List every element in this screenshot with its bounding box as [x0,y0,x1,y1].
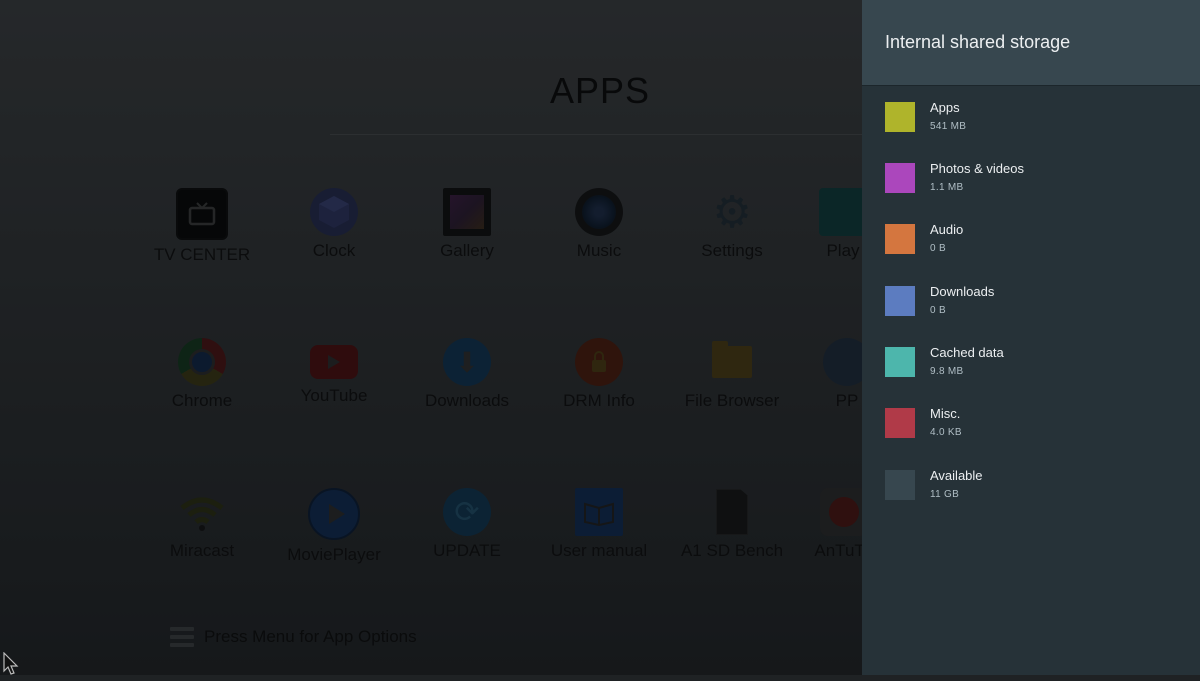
movie-player-icon [308,488,360,540]
app-tile[interactable]: Play [768,188,862,261]
color-swatch [885,102,915,132]
app-tile[interactable]: Gallery [392,188,542,261]
tv-icon [176,188,228,240]
book-icon [575,488,623,536]
download-icon: ⬇ [443,338,491,386]
storage-item-name: Photos & videos [930,161,1024,176]
storage-item-name: Downloads [930,284,995,299]
app-tile[interactable]: Chrome [127,338,277,411]
app-label: User manual [550,541,648,560]
color-swatch [885,347,915,377]
app-label: Clock [312,241,356,260]
storage-item-cached-data[interactable]: Cached data 9.8 MB [885,345,1004,394]
storage-item-size: 9.8 MB [930,366,964,377]
app-tile[interactable]: AnTuTu [769,488,862,561]
app-tile[interactable]: ⟳ UPDATE [392,488,542,561]
app-tile[interactable]: Music [524,188,674,261]
app-label: Music [576,241,622,260]
color-swatch [885,224,915,254]
apps-launcher: APPS TV CENTER Clock Gallery Music ⚙ Set… [0,0,862,675]
color-swatch [885,470,915,500]
folder-icon [708,338,756,386]
color-swatch [885,163,915,193]
app-label: Chrome [171,391,233,410]
antutu-icon [820,488,862,536]
app-label: YouTube [300,386,368,405]
app-label: Miracast [169,541,235,560]
app-tile[interactable]: YouTube [259,338,409,406]
app-label: Play [826,241,860,260]
music-icon [575,188,623,236]
app-tile[interactable]: ⬇ Downloads [392,338,542,411]
storage-item-name: Cached data [930,345,1004,360]
storage-item-apps[interactable]: Apps 541 MB [885,100,967,149]
app-label: PP [835,391,859,410]
storage-title: Internal shared storage [885,32,1071,52]
lock-icon [575,338,623,386]
gallery-icon [443,188,491,236]
app-tile[interactable]: Miracast [127,488,277,561]
app-label: Gallery [440,241,494,260]
storage-item-size: 1.1 MB [930,182,964,193]
page-title: APPS [549,70,651,111]
storage-item-size: 0 B [930,305,946,316]
app-label: DRM Info [563,391,635,410]
app-tile[interactable]: TV CENTER [127,188,277,265]
play-store-icon [819,188,862,236]
app-label: TV CENTER [153,245,251,264]
storage-item-name: Available [930,468,983,483]
menu-icon [170,627,194,647]
storage-item-size: 0 B [930,243,946,254]
app-tile[interactable]: Clock [259,188,409,261]
app-tile[interactable]: User manual [524,488,674,561]
youtube-icon [310,345,358,379]
app-tile[interactable]: DRM Info [524,338,674,411]
gear-icon: ⚙ [712,186,752,238]
chrome-icon [178,338,226,386]
storage-item-misc[interactable]: Misc. 4.0 KB [885,406,962,455]
storage-item-available[interactable]: Available 11 GB [885,468,983,517]
update-icon: ⟳ [443,488,491,536]
storage-item-downloads[interactable]: Downloads 0 B [885,284,995,333]
storage-item-name: Audio [930,222,964,237]
wifi-icon [178,488,226,536]
storage-item-photos-videos[interactable]: Photos & videos 1.1 MB [885,161,1024,210]
color-swatch [885,408,915,438]
storage-item-audio[interactable]: Audio 0 B [885,222,964,271]
pp-icon [823,338,862,386]
storage-item-size: 541 MB [930,121,967,132]
app-label: Downloads [424,391,510,410]
app-label: AnTuTu [814,541,862,560]
sd-card-icon [708,488,756,536]
storage-item-name: Apps [930,100,960,115]
storage-item-size: 4.0 KB [930,427,962,438]
app-tile[interactable]: PP [772,338,862,411]
menu-hint: Press Menu for App Options [170,627,417,647]
menu-hint-text: Press Menu for App Options [204,627,417,646]
clock-icon [310,188,358,236]
title-divider [330,134,862,135]
app-tile[interactable]: MoviePlayer [259,488,409,565]
app-label: MoviePlayer [287,545,381,564]
app-label: UPDATE [433,541,501,560]
storage-panel: Internal shared storage Apps 541 MB Photo… [862,0,1200,675]
color-swatch [885,286,915,316]
storage-panel-header: Internal shared storage [862,0,1200,86]
storage-item-name: Misc. [930,406,961,421]
storage-item-size: 11 GB [930,489,960,500]
